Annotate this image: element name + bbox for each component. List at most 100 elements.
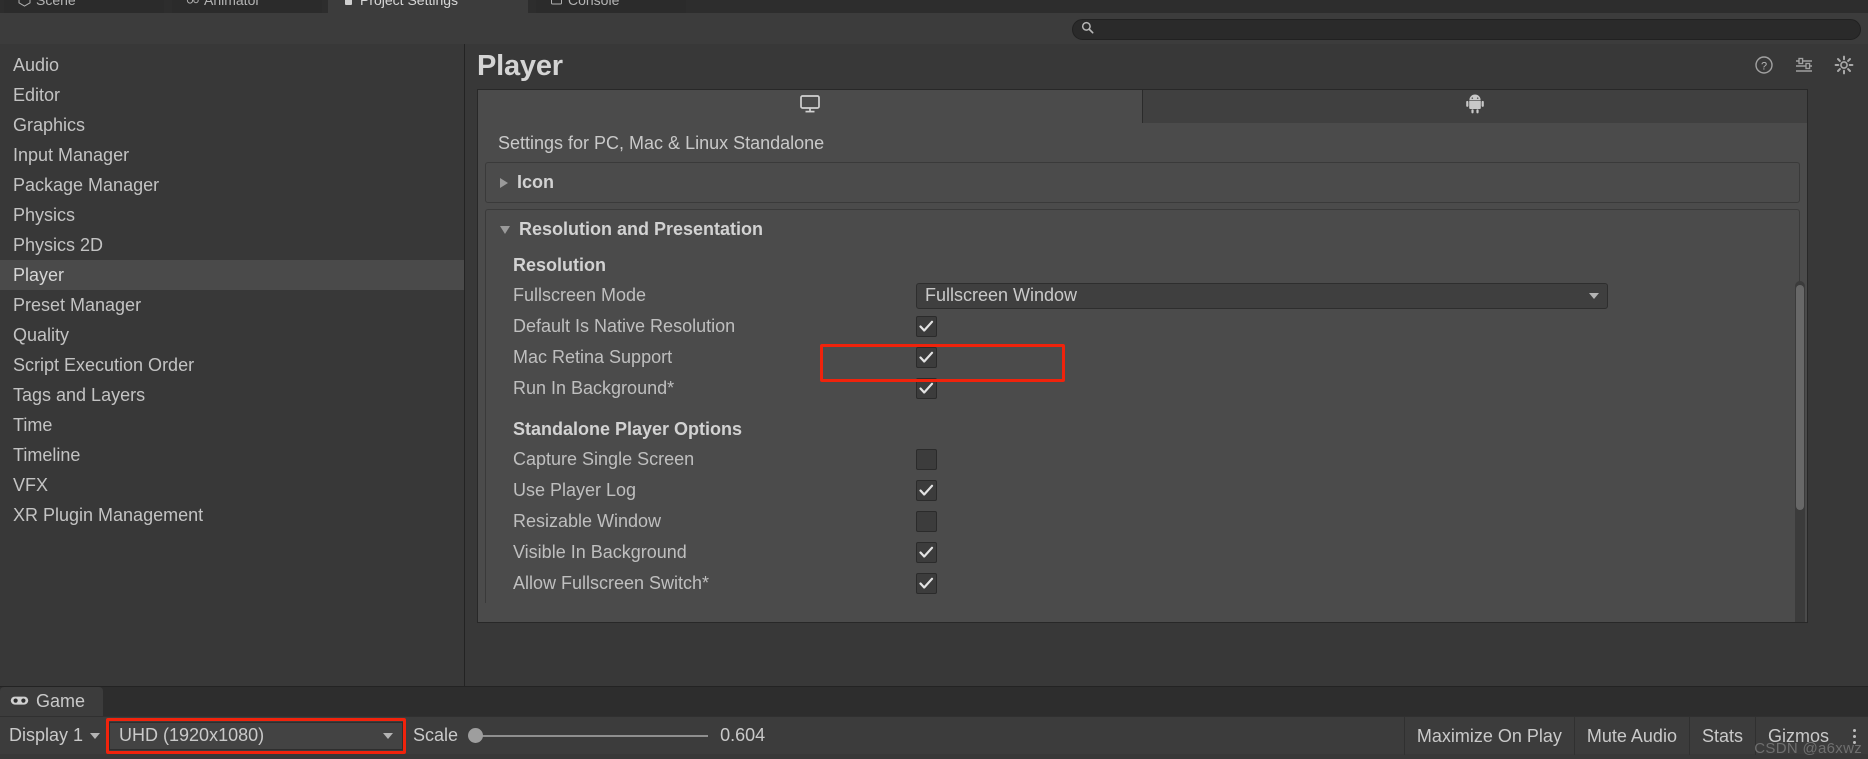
sidebar-item-quality[interactable]: Quality: [0, 320, 464, 350]
sidebar-item-preset-manager[interactable]: Preset Manager: [0, 290, 464, 320]
row-capture-single-screen: Capture Single Screen: [486, 444, 1799, 475]
settings-icon: [342, 0, 355, 7]
checkbox-allow-fullscreen-switch[interactable]: [916, 573, 937, 594]
checkbox-run-in-background[interactable]: [916, 378, 937, 399]
preset-icon[interactable]: [1794, 55, 1814, 75]
editor-tab-project-settings[interactable]: Project Settings: [328, 0, 528, 13]
checkbox-default-is-native-resolution[interactable]: [916, 316, 937, 337]
checkbox-capture-single-screen[interactable]: [916, 449, 937, 470]
editor-tab-scene[interactable]: Scene: [4, 0, 164, 13]
checkbox-resizable-window[interactable]: [916, 511, 937, 532]
foldout-icon-header[interactable]: Icon: [486, 163, 1799, 202]
editor-tab-label: Scene: [36, 0, 76, 8]
sidebar-item-script-execution-order[interactable]: Script Execution Order: [0, 350, 464, 380]
settings-category-sidebar[interactable]: Audio Editor Graphics Input Manager Pack…: [0, 44, 465, 686]
gear-icon[interactable]: [1834, 55, 1854, 75]
resolution-dropdown[interactable]: UHD (1920x1080): [109, 721, 404, 750]
foldout-icon[interactable]: Icon: [485, 162, 1800, 203]
help-icon[interactable]: ?: [1754, 55, 1774, 75]
display-dropdown[interactable]: Display 1: [0, 722, 109, 750]
sidebar-item-input-manager[interactable]: Input Manager: [0, 140, 464, 170]
settings-split-view: Audio Editor Graphics Input Manager Pack…: [0, 44, 1868, 686]
scale-slider-track: [476, 734, 709, 737]
scene-icon: [18, 0, 31, 7]
game-controller-icon: [10, 691, 29, 712]
scale-value: 0.604: [720, 725, 766, 745]
row-fullscreen-mode: Fullscreen Mode Fullscreen Window: [486, 280, 1799, 311]
sidebar-item-vfx[interactable]: VFX: [0, 470, 464, 500]
group-label-resolution: Resolution: [513, 255, 606, 275]
game-tab[interactable]: Game: [0, 687, 104, 716]
settings-scrollbar-thumb[interactable]: [1796, 285, 1804, 510]
row-label: Fullscreen Mode: [513, 285, 647, 305]
foldout-resolution-header[interactable]: Resolution and Presentation: [486, 210, 1799, 249]
player-settings-panel: Settings for PC, Mac & Linux Standalone …: [477, 123, 1808, 623]
editor-tab-label: Console: [568, 0, 620, 8]
display-dropdown-value: Display 1: [9, 725, 84, 745]
sidebar-item-timeline[interactable]: Timeline: [0, 440, 464, 470]
search-box[interactable]: [1072, 19, 1861, 40]
row-visible-in-background: Visible In Background: [486, 537, 1799, 568]
row-mac-retina-support: Mac Retina Support: [486, 342, 1799, 373]
scale-slider-knob[interactable]: [468, 728, 484, 743]
stats-button[interactable]: Stats: [1688, 717, 1755, 755]
chevron-down-icon: [90, 732, 101, 739]
search-input[interactable]: [1100, 22, 1852, 37]
console-icon: [550, 0, 563, 7]
editor-tab-label: Project Settings: [360, 0, 459, 8]
chevron-down-icon: [1589, 292, 1599, 299]
settings-scrollbar[interactable]: [1795, 281, 1805, 622]
chevron-down-icon: [383, 732, 394, 739]
row-label: Visible In Background: [513, 542, 687, 562]
game-toolbar: Display 1 UHD (1920x1080) Scale 0.604 Ma…: [0, 716, 1868, 755]
sidebar-item-player[interactable]: Player: [0, 260, 464, 290]
unity-editor-window: Scene Animator Project Settings Console: [0, 0, 1868, 759]
row-label: Mac Retina Support: [513, 347, 673, 367]
fullscreen-mode-dropdown[interactable]: Fullscreen Window: [916, 282, 1608, 309]
editor-tab-animator[interactable]: Animator: [172, 0, 322, 13]
foldout-resolution-label: Resolution and Presentation: [519, 219, 764, 239]
checkbox-use-player-log[interactable]: [916, 480, 937, 501]
sidebar-item-physics-2d[interactable]: Physics 2D: [0, 230, 464, 260]
platform-subtitle: Settings for PC, Mac & Linux Standalone: [498, 133, 825, 153]
chevron-down-icon: [500, 225, 510, 234]
game-tab-label: Game: [36, 691, 86, 711]
watermark: CSDN @a6xwz: [1754, 740, 1862, 757]
row-label: Allow Fullscreen Switch*: [513, 573, 710, 593]
scale-label: Scale: [413, 725, 459, 745]
editor-tab-console[interactable]: Console: [536, 0, 686, 13]
sidebar-item-xr-plugin-management[interactable]: XR Plugin Management: [0, 500, 464, 530]
sidebar-item-tags-and-layers[interactable]: Tags and Layers: [0, 380, 464, 410]
game-panel: Game Display 1 UHD (1920x1080) Scale 0.6…: [0, 686, 1868, 759]
row-allow-fullscreen-switch: Allow Fullscreen Switch*: [486, 568, 1799, 599]
checkbox-mac-retina-support[interactable]: [916, 347, 937, 368]
platform-tab-android[interactable]: [1142, 90, 1807, 123]
foldout-resolution-and-presentation: Resolution and Presentation Resolution F…: [485, 209, 1800, 603]
row-use-player-log: Use Player Log: [486, 475, 1799, 506]
animator-icon: [186, 0, 199, 7]
svg-text:?: ?: [1761, 60, 1767, 72]
search-toolbar: [0, 13, 1868, 44]
search-icon: [1081, 21, 1094, 39]
checkbox-visible-in-background[interactable]: [916, 542, 937, 563]
editor-tab-strip: Scene Animator Project Settings Console: [0, 0, 1868, 13]
sidebar-item-time[interactable]: Time: [0, 410, 464, 440]
scale-slider[interactable]: [468, 726, 709, 746]
player-settings-pane: Player ? Settings for PC, Mac & Linux St…: [466, 44, 1868, 686]
platform-tab-bar[interactable]: [477, 89, 1808, 123]
platform-tab-standalone[interactable]: [478, 90, 1142, 123]
maximize-on-play-button[interactable]: Maximize On Play: [1403, 717, 1574, 755]
sidebar-item-graphics[interactable]: Graphics: [0, 110, 464, 140]
row-label: Capture Single Screen: [513, 449, 695, 469]
sidebar-item-editor[interactable]: Editor: [0, 80, 464, 110]
sidebar-item-audio[interactable]: Audio: [0, 50, 464, 80]
sidebar-item-physics[interactable]: Physics: [0, 200, 464, 230]
row-label: Run In Background*: [513, 378, 675, 398]
row-run-in-background: Run In Background*: [486, 373, 1799, 404]
row-label: Use Player Log: [513, 480, 637, 500]
row-resizable-window: Resizable Window: [486, 506, 1799, 537]
sidebar-item-package-manager[interactable]: Package Manager: [0, 170, 464, 200]
game-tab-row: Game: [0, 687, 1868, 716]
mute-audio-button[interactable]: Mute Audio: [1573, 717, 1689, 755]
